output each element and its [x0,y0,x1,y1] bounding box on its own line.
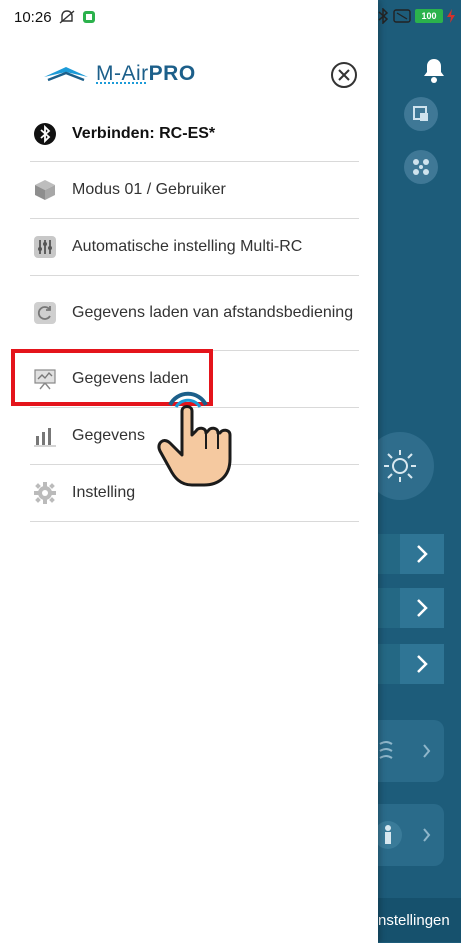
tap-hand-icon [152,385,242,490]
menu-label-auto-setting: Automatische instelling Multi-RC [72,238,303,255]
charging-icon [447,9,455,23]
logo-wordmark: M-AirPRO [96,62,196,86]
bg-card-airflow[interactable] [368,720,444,782]
menu-item-mode[interactable]: Modus 01 / Gebruiker [30,162,359,219]
logo-text-left: M-Air [96,62,149,85]
bluetooth-status-icon [378,8,389,24]
status-time: 10:26 [14,8,52,26]
drawer-header: M-AirPRO [0,50,378,100]
chevron-right-icon[interactable] [400,588,444,628]
logo-text-right: PRO [148,62,196,85]
bg-row-2 [378,588,444,628]
menu-label-mode: Modus 01 / Gebruiker [72,181,226,198]
app-notification-icon [82,11,95,23]
menu-label-load-remote: Gegevens laden van afstandsbediening [72,304,354,321]
menu-label-connect: Verbinden: RC-ES* [72,124,216,142]
bottom-settings-tab[interactable]: nstellingen [378,898,461,942]
mode-icon[interactable] [404,97,438,131]
menu-label-data: Gegevens [72,427,145,444]
bottom-settings-label: nstellingen [378,911,450,929]
chevron-right-icon[interactable] [400,534,444,574]
menu-label-settings: Instelling [72,484,136,501]
cube-icon [32,177,58,203]
navigation-drawer: M-AirPRO Verbinden: RC-ES* Modus 01 / Ge… [0,0,378,943]
bell-icon[interactable] [418,54,450,86]
close-button[interactable] [331,62,357,88]
menu-item-auto-setting[interactable]: Automatische instelling Multi-RC [30,219,359,276]
mute-icon [59,10,75,24]
chevron-right-icon[interactable] [400,644,444,684]
gear-icon [32,480,58,506]
close-icon [338,69,350,81]
sim-icon [393,9,411,23]
menu-item-load-remote[interactable]: Gegevens laden van afstandsbediening [30,276,359,351]
menu-item-connect[interactable]: Verbinden: RC-ES* [30,106,359,162]
battery-indicator: 100 [415,9,443,23]
bg-row-3 [378,644,444,684]
bluetooth-icon [32,121,58,147]
status-bar: 10:26 100 [0,0,461,34]
bg-row-1 [378,534,444,574]
logo-icon [44,67,88,82]
fan-icon[interactable] [404,150,438,184]
logo: M-AirPRO [42,62,196,86]
sliders-icon [32,234,58,260]
bg-card-person[interactable] [368,804,444,866]
bar-chart-icon [32,423,58,449]
refresh-icon [32,300,58,326]
